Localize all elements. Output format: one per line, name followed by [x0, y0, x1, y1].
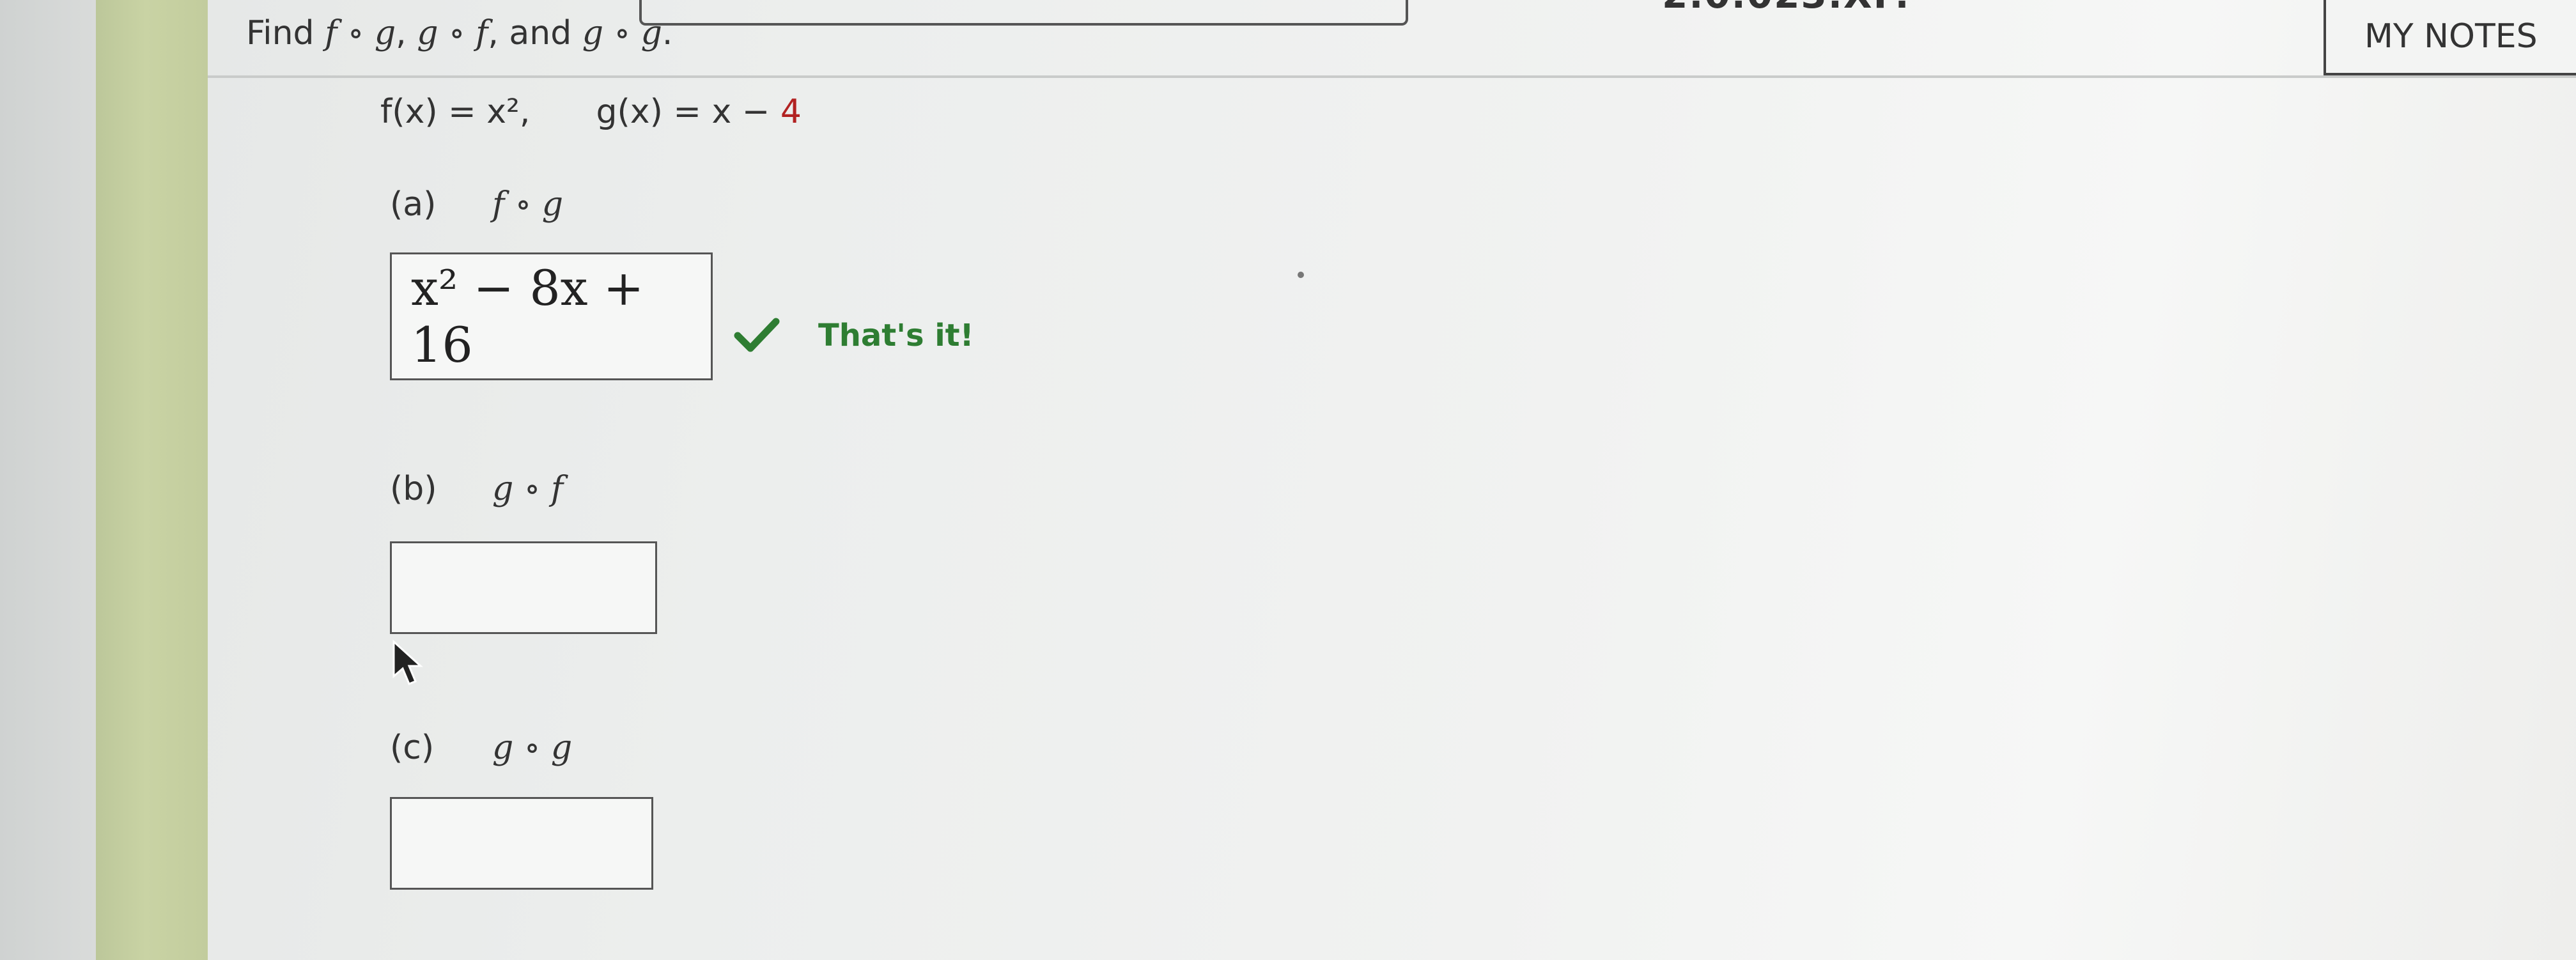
- g-constant: 4: [780, 93, 802, 131]
- part-a-label: (a) f ∘ g: [390, 185, 563, 224]
- part-b-label: (b) g ∘ f: [390, 470, 563, 508]
- part-b-letter: (b): [390, 470, 437, 508]
- part-c-letter: (c): [390, 729, 435, 767]
- part-c-expr: g ∘ g: [492, 729, 573, 767]
- prompt-prefix: Find: [246, 14, 325, 52]
- side-strip: [96, 0, 208, 960]
- checkmark-icon: [734, 318, 780, 352]
- reference-code: 2.0.023.XP.: [1662, 0, 1911, 17]
- part-a-letter: (a): [390, 185, 437, 224]
- function-definitions: f(x) = x², g(x) = x − 4: [380, 93, 802, 131]
- composition-gof: g ∘ f: [417, 14, 488, 52]
- f-definition: f(x) = x²,: [380, 93, 531, 131]
- screen-speck: [1298, 272, 1304, 278]
- part-c-label: (c) g ∘ g: [390, 729, 572, 767]
- part-a-expr: f ∘ g: [492, 185, 564, 224]
- g-definition: g(x) = x −: [596, 93, 780, 131]
- top-field-box: [639, 0, 1408, 26]
- screen-bezel: [0, 0, 96, 960]
- header-divider: [208, 75, 2576, 78]
- part-b-answer-field[interactable]: [390, 541, 657, 634]
- mouse-cursor-icon: [392, 639, 423, 685]
- screen: 2.0.023.XP. MY NOTES Find f ∘ g, g ∘ f, …: [0, 0, 2576, 960]
- composition-gog: g ∘ g: [582, 14, 662, 52]
- composition-fog: f ∘ g: [325, 14, 396, 52]
- my-notes-button[interactable]: MY NOTES: [2324, 0, 2576, 75]
- problem-prompt: Find f ∘ g, g ∘ f, and g ∘ g.: [246, 14, 673, 52]
- part-a-feedback: That's it!: [818, 318, 974, 353]
- prompt-and: and: [509, 14, 572, 52]
- part-a-answer-field[interactable]: x² − 8x + 16: [390, 252, 713, 380]
- part-b-expr: g ∘ f: [492, 470, 564, 508]
- part-c-answer-field[interactable]: [390, 797, 653, 890]
